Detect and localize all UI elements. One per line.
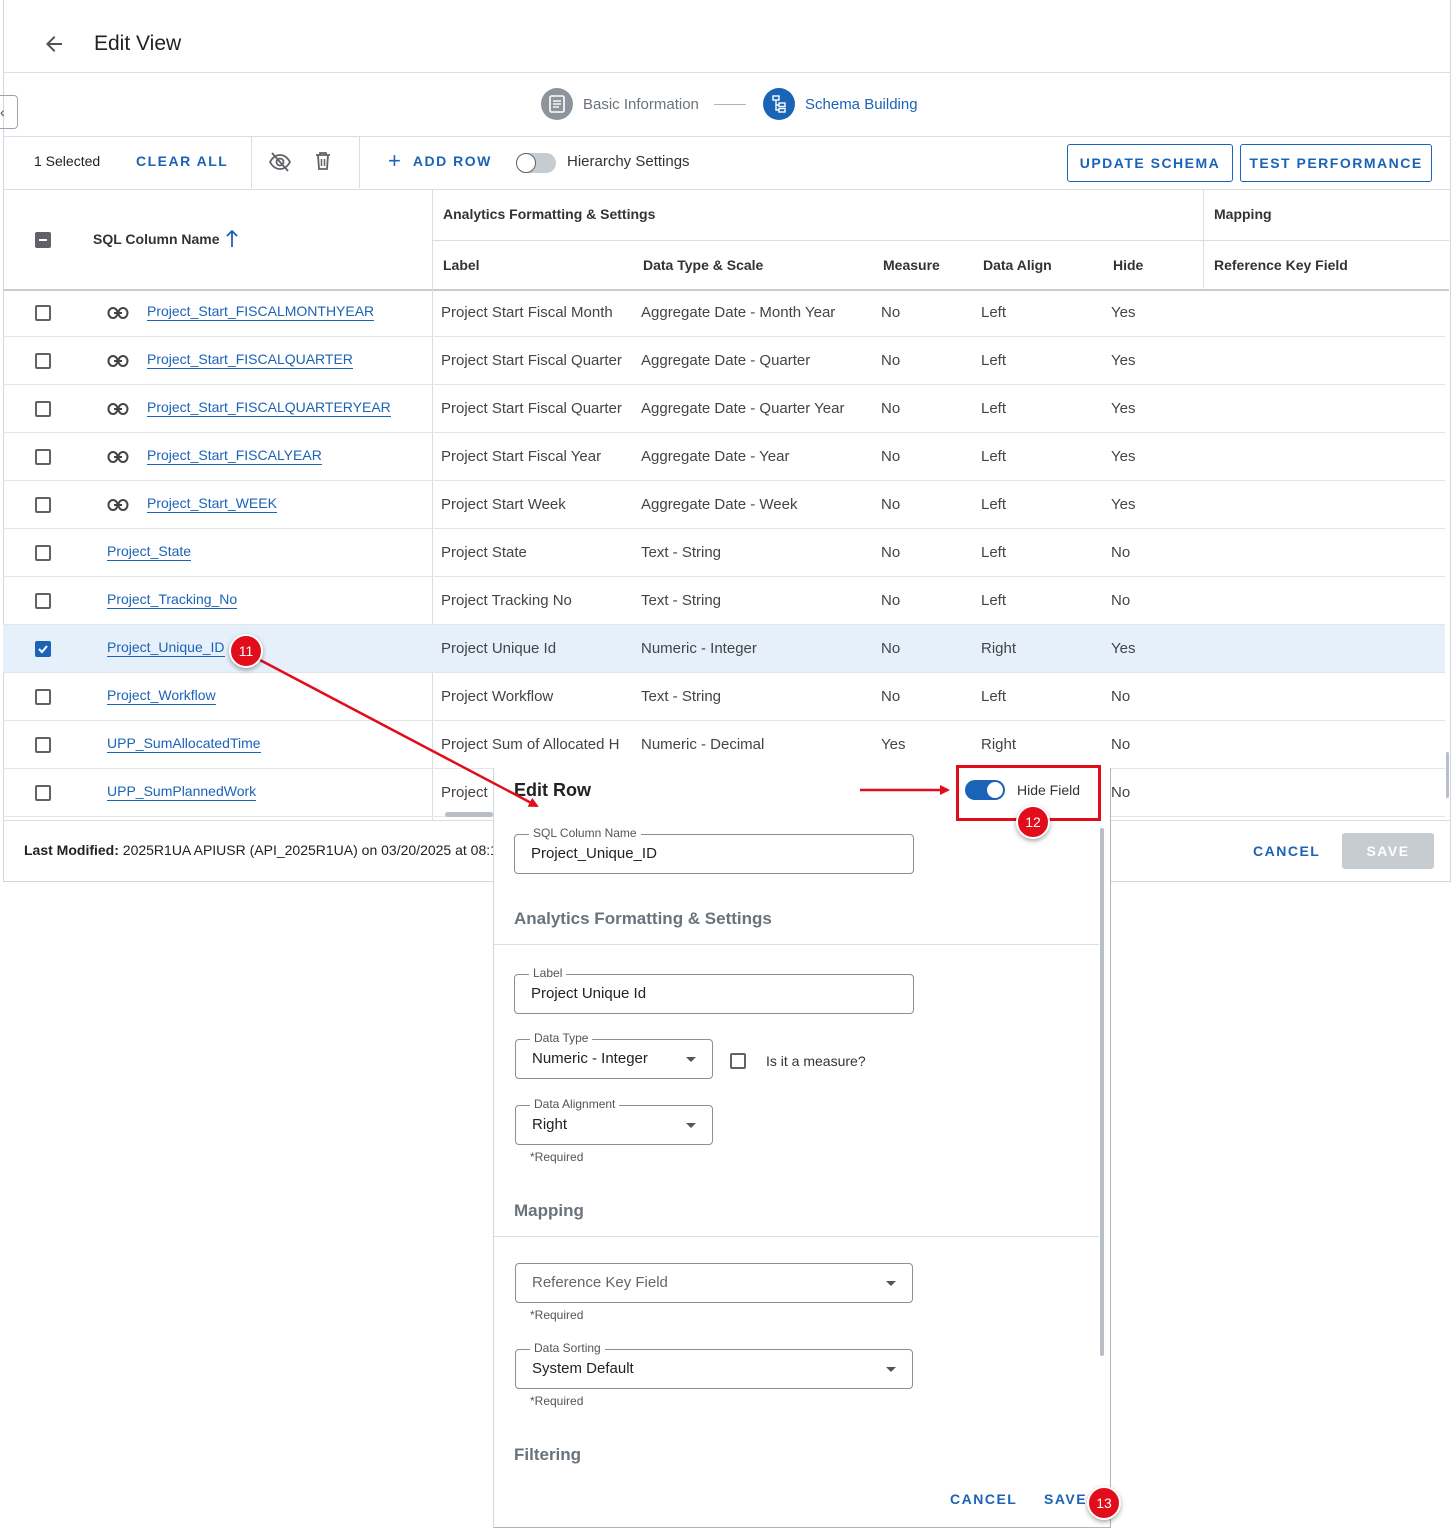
annotation-badge-12: 12 (1016, 805, 1050, 839)
annotation-badge-11: 11 (229, 634, 263, 668)
annotation-badge-13: 13 (1087, 1486, 1121, 1520)
annotation-arrows (259, 658, 950, 808)
arrow-to-edit-row (259, 658, 539, 808)
